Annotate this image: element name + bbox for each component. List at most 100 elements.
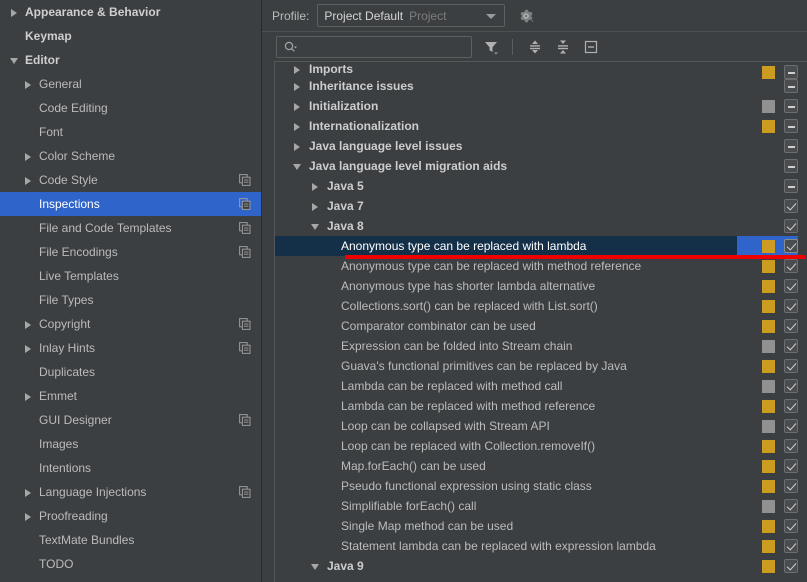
sidebar-item-code-editing[interactable]: Code Editing bbox=[0, 96, 261, 120]
expand-all-icon[interactable] bbox=[525, 37, 544, 56]
sidebar-item-appearance-behavior[interactable]: Appearance & Behavior bbox=[0, 0, 261, 24]
enable-inspection-checkbox[interactable] bbox=[784, 339, 798, 353]
chevron-right-icon[interactable] bbox=[22, 342, 35, 355]
reset-icon[interactable] bbox=[581, 37, 600, 56]
tree-row[interactable]: Pseudo functional expression using stati… bbox=[275, 476, 807, 496]
sidebar-item-font[interactable]: Font bbox=[0, 120, 261, 144]
sidebar-item-copyright[interactable]: Copyright bbox=[0, 312, 261, 336]
tree-row[interactable]: Expression can be folded into Stream cha… bbox=[275, 336, 807, 356]
enable-inspection-checkbox[interactable] bbox=[784, 239, 798, 253]
chevron-right-icon[interactable] bbox=[291, 80, 304, 93]
enable-inspection-checkbox[interactable] bbox=[784, 299, 798, 313]
severity-swatch[interactable] bbox=[762, 419, 775, 433]
tree-row[interactable]: Simplifiable forEach() call bbox=[275, 496, 807, 516]
tree-row[interactable]: Java 7 bbox=[275, 196, 807, 216]
enable-inspection-checkbox[interactable] bbox=[784, 279, 798, 293]
chevron-down-icon[interactable] bbox=[309, 560, 322, 573]
tree-row[interactable]: Anonymous type has shorter lambda altern… bbox=[275, 276, 807, 296]
chevron-right-icon[interactable] bbox=[22, 390, 35, 403]
severity-swatch[interactable] bbox=[762, 499, 775, 513]
severity-swatch[interactable] bbox=[762, 439, 775, 453]
tree-row[interactable]: Anonymous type can be replaced with lamb… bbox=[275, 236, 807, 256]
sidebar-item-color-scheme[interactable]: Color Scheme bbox=[0, 144, 261, 168]
chevron-right-icon[interactable] bbox=[291, 100, 304, 113]
tree-row[interactable]: Internationalization bbox=[275, 116, 807, 136]
enable-inspection-checkbox[interactable] bbox=[784, 219, 798, 233]
sidebar-item-inspections[interactable]: Inspections bbox=[0, 192, 261, 216]
chevron-right-icon[interactable] bbox=[22, 150, 35, 163]
sidebar-item-todo[interactable]: TODO bbox=[0, 552, 261, 576]
sidebar-item-file-encodings[interactable]: File Encodings bbox=[0, 240, 261, 264]
chevron-right-icon[interactable] bbox=[22, 510, 35, 523]
enable-inspection-checkbox[interactable] bbox=[784, 539, 798, 553]
enable-inspection-checkbox[interactable] bbox=[784, 259, 798, 273]
chevron-right-icon[interactable] bbox=[309, 180, 322, 193]
enable-inspection-checkbox[interactable] bbox=[784, 319, 798, 333]
enable-inspection-checkbox[interactable] bbox=[784, 459, 798, 473]
chevron-down-icon[interactable] bbox=[8, 54, 21, 67]
severity-swatch[interactable] bbox=[762, 459, 775, 473]
enable-inspection-checkbox[interactable] bbox=[784, 99, 798, 113]
chevron-right-icon[interactable] bbox=[291, 63, 304, 76]
settings-sidebar[interactable]: Appearance & Behavior Keymap Editor General… bbox=[0, 0, 262, 582]
sidebar-item-proofreading[interactable]: Proofreading bbox=[0, 504, 261, 528]
sidebar-item-general[interactable]: General bbox=[0, 72, 261, 96]
filter-icon[interactable] bbox=[481, 37, 500, 56]
tree-row[interactable]: Java 9 bbox=[275, 556, 807, 576]
tree-row[interactable]: Java language level migration aids bbox=[275, 156, 807, 176]
sidebar-item-keymap[interactable]: Keymap bbox=[0, 24, 261, 48]
severity-swatch[interactable] bbox=[762, 339, 775, 353]
enable-inspection-checkbox[interactable] bbox=[784, 119, 798, 133]
chevron-down-icon[interactable] bbox=[309, 220, 322, 233]
tree-row[interactable]: Lambda can be replaced with method refer… bbox=[275, 396, 807, 416]
sidebar-item-intentions[interactable]: Intentions bbox=[0, 456, 261, 480]
tree-row[interactable]: Single Map method can be used bbox=[275, 516, 807, 536]
inspections-tree[interactable]: Imports Inheritance issues Initialization I… bbox=[274, 61, 807, 582]
search-field[interactable] bbox=[301, 39, 461, 54]
gear-icon[interactable] bbox=[518, 8, 534, 24]
enable-inspection-checkbox[interactable] bbox=[784, 559, 798, 573]
sidebar-item-language-injections[interactable]: Language Injections bbox=[0, 480, 261, 504]
severity-swatch[interactable] bbox=[762, 539, 775, 553]
tree-row[interactable]: Java language level issues bbox=[275, 136, 807, 156]
severity-swatch[interactable] bbox=[762, 379, 775, 393]
chevron-right-icon[interactable] bbox=[22, 318, 35, 331]
sidebar-item-editor[interactable]: Editor bbox=[0, 48, 261, 72]
enable-inspection-checkbox[interactable] bbox=[784, 359, 798, 373]
tree-row[interactable]: Loop can be replaced with Collection.rem… bbox=[275, 436, 807, 456]
sidebar-item-live-templates[interactable]: Live Templates bbox=[0, 264, 261, 288]
chevron-right-icon[interactable] bbox=[291, 120, 304, 133]
enable-inspection-checkbox[interactable] bbox=[784, 79, 798, 93]
enable-inspection-checkbox[interactable] bbox=[784, 179, 798, 193]
tree-scrollbar[interactable] bbox=[798, 62, 807, 582]
severity-swatch[interactable] bbox=[762, 519, 775, 533]
severity-swatch[interactable] bbox=[762, 119, 775, 133]
enable-inspection-checkbox[interactable] bbox=[784, 499, 798, 513]
tree-row[interactable]: Imports bbox=[275, 62, 807, 79]
severity-swatch[interactable] bbox=[762, 279, 775, 293]
chevron-right-icon[interactable] bbox=[22, 486, 35, 499]
sidebar-item-gui-designer[interactable]: GUI Designer bbox=[0, 408, 261, 432]
tree-row[interactable]: Anonymous type can be replaced with meth… bbox=[275, 256, 807, 276]
chevron-right-icon[interactable] bbox=[22, 174, 35, 187]
sidebar-item-images[interactable]: Images bbox=[0, 432, 261, 456]
enable-inspection-checkbox[interactable] bbox=[784, 199, 798, 213]
enable-inspection-checkbox[interactable] bbox=[784, 419, 798, 433]
chevron-right-icon[interactable] bbox=[309, 200, 322, 213]
sidebar-item-inlay-hints[interactable]: Inlay Hints bbox=[0, 336, 261, 360]
tree-row[interactable]: Inheritance issues bbox=[275, 76, 807, 96]
sidebar-item-emmet[interactable]: Emmet bbox=[0, 384, 261, 408]
severity-swatch[interactable] bbox=[762, 479, 775, 493]
severity-swatch[interactable] bbox=[762, 319, 775, 333]
tree-row[interactable]: Comparator combinator can be used bbox=[275, 316, 807, 336]
severity-swatch[interactable] bbox=[762, 399, 775, 413]
tree-row[interactable]: Loop can be collapsed with Stream API bbox=[275, 416, 807, 436]
tree-row[interactable]: Initialization bbox=[275, 96, 807, 116]
chevron-down-icon[interactable] bbox=[291, 160, 304, 173]
search-input[interactable] bbox=[276, 35, 472, 58]
tree-row[interactable]: Collections.sort() can be replaced with … bbox=[275, 296, 807, 316]
tree-row[interactable]: Guava's functional primitives can be rep… bbox=[275, 356, 807, 376]
severity-swatch[interactable] bbox=[762, 99, 775, 113]
tree-row[interactable]: Java 5 bbox=[275, 176, 807, 196]
tree-row[interactable]: Map.forEach() can be used bbox=[275, 456, 807, 476]
